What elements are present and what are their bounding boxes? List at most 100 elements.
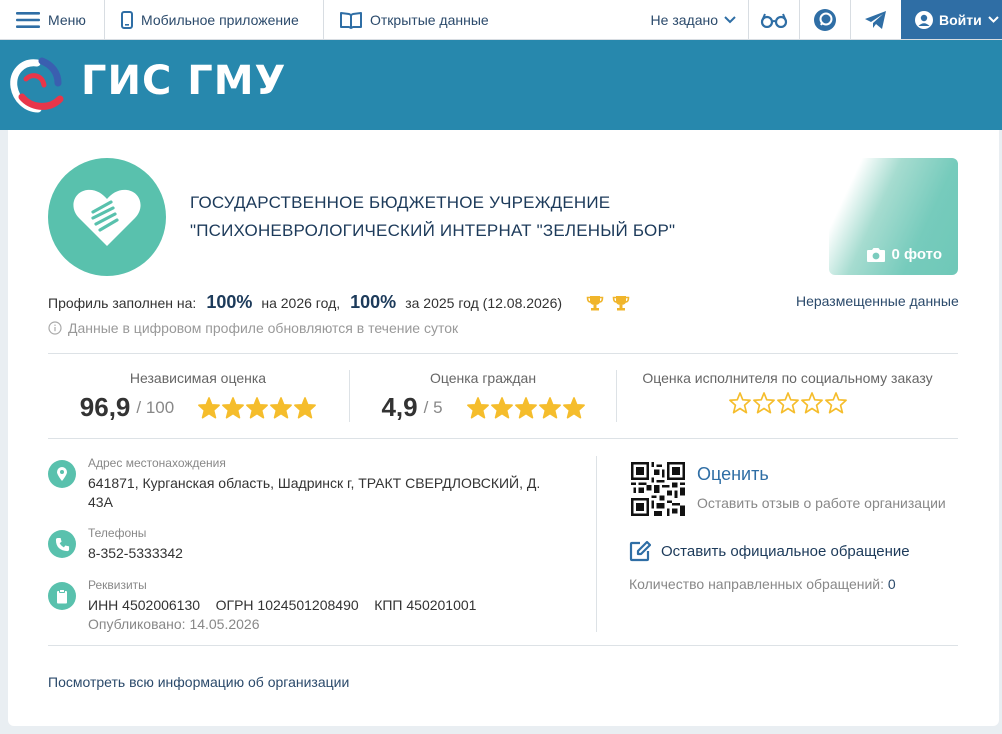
heart-handshake-icon	[73, 189, 141, 246]
independent-rating: Независимая оценка 96,9 / 100	[48, 354, 348, 438]
chat-button[interactable]	[799, 0, 850, 39]
divider	[48, 645, 958, 646]
menu-button[interactable]: Меню	[0, 0, 105, 39]
qr-code-icon[interactable]	[631, 462, 685, 516]
region-selector[interactable]: Не задано	[639, 0, 748, 39]
star-filled-icon	[270, 396, 293, 418]
star-filled-icon	[562, 396, 585, 418]
smartphone-icon	[121, 10, 133, 29]
organization-avatar	[48, 158, 166, 276]
info-icon	[48, 321, 62, 335]
citizens-rating-stars	[466, 396, 585, 419]
star-empty-icon	[824, 392, 847, 414]
login-label: Войти	[939, 11, 982, 28]
requisites-value: ИНН 4502006130 ОГРН 1024501208490 КПП 45…	[88, 596, 548, 634]
trophy-icon	[586, 295, 604, 310]
ogrn-value: ОГРН 1024501208490	[215, 597, 359, 613]
camera-icon	[867, 247, 886, 262]
open-book-icon	[340, 11, 362, 29]
organization-name-line1: ГОСУДАРСТВЕННОЕ БЮДЖЕТНОЕ УЧРЕЖДЕНИЕ	[190, 193, 611, 212]
unplaced-data-link[interactable]: Неразмещенные данные	[796, 293, 959, 309]
inn-value: ИНН 4502006130	[88, 597, 201, 613]
star-filled-icon	[490, 396, 513, 418]
star-filled-icon	[538, 396, 561, 418]
menu-label: Меню	[48, 11, 86, 28]
official-appeal-label: Оставить официальное обращение	[661, 542, 910, 560]
appeal-count-label: Количество направленных обращений:	[629, 576, 885, 592]
photo-count: 0 фото	[866, 246, 942, 263]
view-all-info-link[interactable]: Посмотреть всю информацию об организации	[48, 674, 349, 690]
profile-pct-current: 100%	[206, 292, 253, 312]
profile-pct-prev: 100%	[350, 292, 397, 312]
trophy-group	[586, 294, 630, 312]
divider	[596, 456, 597, 632]
logo-text: ГИС ГМУ	[81, 58, 287, 104]
profile-label: Профиль заполнен на:	[48, 295, 197, 311]
independent-rating-stars	[198, 396, 317, 419]
open-data-link[interactable]: Открытые данные	[324, 0, 505, 39]
independent-rating-title: Независимая оценка	[129, 370, 267, 386]
ratings-section: Независимая оценка 96,9 / 100 Оценка гра…	[48, 354, 958, 438]
chevron-down-icon	[988, 16, 999, 23]
citizens-rating: Оценка граждан 4,9 / 5	[350, 354, 616, 438]
user-circle-icon	[915, 10, 933, 29]
address-label: Адрес местонахождения	[88, 456, 226, 470]
phone-icon	[48, 530, 76, 558]
star-empty-icon	[776, 392, 799, 414]
accessibility-button[interactable]	[748, 0, 799, 39]
clipboard-icon	[48, 582, 76, 610]
login-button[interactable]: Войти	[901, 0, 1002, 39]
independent-rating-max: / 100	[136, 397, 175, 417]
photo-count-label: 0 фото	[891, 246, 942, 263]
organization-name: ГОСУДАРСТВЕННОЕ БЮДЖЕТНОЕ УЧРЕЖДЕНИЕ "ПС…	[190, 189, 750, 245]
star-filled-icon	[514, 396, 537, 418]
star-filled-icon	[466, 396, 489, 418]
gis-gmu-logo-icon	[10, 57, 64, 113]
chat-bubble-icon	[814, 8, 836, 31]
star-filled-icon	[222, 396, 245, 418]
hamburger-icon	[16, 11, 40, 28]
header-banner: ГИС ГМУ	[0, 40, 1002, 130]
appeal-count-value: 0	[887, 576, 896, 592]
requisites-label: Реквизиты	[88, 578, 147, 592]
star-filled-icon	[294, 396, 317, 418]
location-pin-icon	[48, 460, 76, 488]
update-notice: Данные в цифровом профиле обновляются в …	[48, 320, 458, 336]
kpp-value: КПП 450201001	[374, 597, 477, 613]
star-empty-icon	[728, 392, 751, 414]
star-empty-icon	[800, 392, 823, 414]
trophy-icon	[612, 295, 630, 310]
official-appeal-link[interactable]: Оставить официальное обращение	[629, 540, 910, 562]
social-order-rating-stars	[728, 392, 847, 414]
mobile-app-link[interactable]: Мобильное приложение	[105, 0, 324, 39]
rate-organization-subtitle: Оставить отзыв о работе организации	[697, 495, 946, 511]
organization-card: ГОСУДАРСТВЕННОЕ БЮДЖЕТНОЕ УЧРЕЖДЕНИЕ "ПС…	[8, 130, 999, 726]
chevron-down-icon	[724, 15, 736, 23]
star-filled-icon	[246, 396, 269, 418]
phones-value[interactable]: 8-352-5333342	[88, 544, 548, 563]
top-navigation-bar: Меню Мобильное приложение Открытые данны…	[0, 0, 1002, 40]
glasses-icon	[760, 13, 788, 28]
citizens-rating-title: Оценка граждан	[429, 370, 537, 386]
social-order-rating: Оценка исполнителя по социальному заказу	[617, 354, 958, 438]
published-date: Опубликовано: 14.05.2026	[88, 616, 260, 632]
edit-icon	[629, 540, 651, 562]
star-empty-icon	[752, 392, 775, 414]
region-label: Не задано	[650, 11, 718, 28]
star-filled-icon	[198, 396, 221, 418]
photo-gallery-button[interactable]: 0 фото	[829, 158, 958, 275]
open-data-label: Открытые данные	[370, 11, 489, 28]
profile-year-current: на 2026 год,	[261, 295, 341, 311]
update-notice-text: Данные в цифровом профиле обновляются в …	[68, 320, 459, 336]
citizens-rating-value: 4,9	[381, 392, 418, 422]
telegram-icon	[865, 10, 886, 29]
address-value: 641871, Курганская область, Шадринск г, …	[88, 475, 541, 510]
telegram-button[interactable]	[850, 0, 901, 39]
organization-name-line2: "ПСИХОНЕВРОЛОГИЧЕСКИЙ ИНТЕРНАТ "ЗЕЛЕНЫЙ …	[190, 221, 676, 240]
profile-year-prev: за 2025 год (12.08.2026)	[405, 295, 563, 311]
appeal-count-row: Количество направленных обращений: 0	[629, 576, 896, 592]
rate-organization-link[interactable]: Оценить	[697, 464, 769, 485]
mobile-app-label: Мобильное приложение	[141, 11, 299, 28]
independent-rating-value: 96,9	[79, 392, 131, 422]
citizens-rating-max: / 5	[423, 397, 443, 417]
